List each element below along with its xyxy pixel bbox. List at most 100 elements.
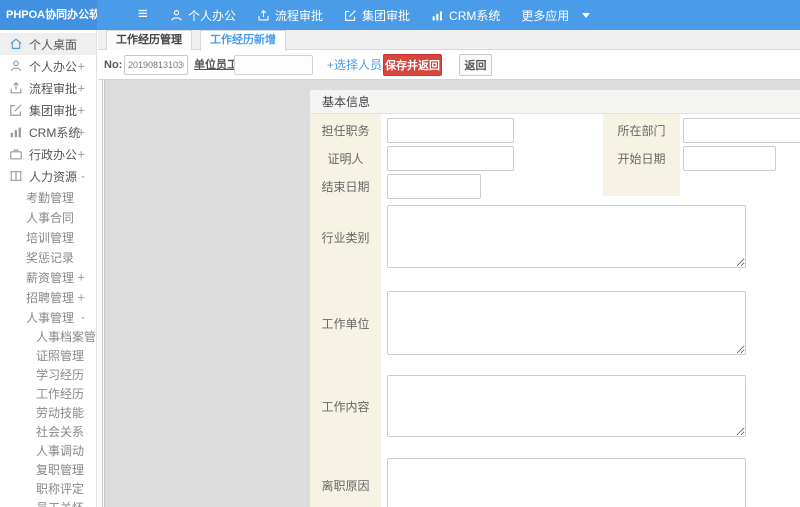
- sidebar-item-personal-desktop[interactable]: 个人桌面: [0, 33, 96, 55]
- sidebar-item-attendance[interactable]: 考勤管理: [0, 187, 96, 207]
- employee-input[interactable]: [234, 55, 313, 75]
- tab-work-history-manage[interactable]: 工作经历管理: [106, 30, 192, 50]
- sidebar-item-salary[interactable]: 薪资管理 +: [0, 267, 96, 287]
- sidebar-item-label: 职称评定: [36, 482, 85, 496]
- nav-label: 流程审批: [275, 8, 324, 23]
- sidebar-item-label: 人事管理: [26, 310, 75, 325]
- sidebar-item-label: 人事合同: [26, 210, 75, 225]
- industry-label: 行业类别: [321, 230, 370, 245]
- section-title: 基本信息: [310, 90, 800, 114]
- leave-reason-textarea[interactable]: [387, 458, 746, 507]
- sidebar-item-label: 人力资源: [29, 169, 78, 184]
- department-input[interactable]: [683, 118, 800, 143]
- sidebar-item-employee-care[interactable]: 员工关怀: [0, 498, 96, 507]
- content-scrollbar[interactable]: [98, 80, 103, 507]
- sidebar-item-labor-skills[interactable]: 劳动技能: [0, 403, 96, 422]
- sidebar-item-workflow-approval[interactable]: 流程审批 +: [0, 77, 96, 99]
- nav-group-approval[interactable]: 集团审批: [344, 7, 410, 24]
- user-icon: [9, 59, 23, 73]
- end-date-input[interactable]: [387, 174, 481, 199]
- no-input[interactable]: [124, 55, 188, 75]
- sidebar-item-crm-system[interactable]: CRM系统 +: [0, 121, 96, 143]
- no-label: No:: [104, 59, 123, 71]
- nav-label: CRM系统: [449, 8, 501, 23]
- main-area: 基本信息 担任职务 所在部门 证明人 开始日期 结束日期 行业类别 工作单位 工…: [98, 80, 800, 507]
- sidebar-item-work-history[interactable]: 工作经历: [0, 384, 96, 403]
- expand-icon[interactable]: +: [77, 59, 85, 74]
- sidebar-item-label: 社会关系: [36, 425, 85, 439]
- sidebar-item-personnel-transfer[interactable]: 人事调动: [0, 441, 96, 460]
- home-icon: [9, 37, 23, 51]
- workflow-icon: [257, 9, 270, 22]
- workflow-icon: [9, 81, 23, 95]
- sidebar-item-certificates[interactable]: 证照管理: [0, 346, 96, 365]
- department-label: 所在部门: [617, 124, 666, 138]
- sidebar-item-recruitment[interactable]: 招聘管理 +: [0, 287, 96, 307]
- sidebar-item-label: CRM系统: [29, 125, 81, 140]
- nav-crm-system[interactable]: CRM系统: [431, 7, 500, 24]
- sidebar-item-label: 劳动技能: [36, 406, 85, 420]
- sidebar-item-training[interactable]: 培训管理: [0, 227, 96, 247]
- nav-more-apps[interactable]: 更多应用: [521, 7, 591, 24]
- sidebar-item-label: 复职管理: [36, 463, 85, 477]
- reference-label: 证明人: [327, 152, 364, 166]
- sidebar-item-personal-office[interactable]: 个人办公 +: [0, 55, 96, 77]
- sidebar-item-study-history[interactable]: 学习经历: [0, 365, 96, 384]
- sidebar-item-rewards[interactable]: 奖惩记录: [0, 247, 96, 267]
- app-logo: PHPOA协同办公软件: [0, 0, 97, 30]
- reference-input[interactable]: [387, 146, 514, 171]
- sidebar-item-label: 证照管理: [36, 349, 85, 363]
- tab-work-history-new[interactable]: 工作经历新增: [200, 30, 286, 51]
- tab-bar: 工作经历管理 工作经历新增: [98, 30, 800, 51]
- sidebar-item-label: 员工关怀: [36, 499, 84, 507]
- sidebar-item-label: 个人桌面: [29, 37, 78, 52]
- nav-workflow-approval[interactable]: 流程审批: [257, 7, 323, 24]
- toolbar: No: 单位员工: +选择人员 保存并返回 返回: [98, 50, 800, 80]
- start-date-label: 开始日期: [617, 152, 666, 166]
- sidebar-item-label: 集团审批: [29, 103, 78, 118]
- job-content-textarea[interactable]: [387, 375, 746, 437]
- end-date-label: 结束日期: [321, 180, 370, 194]
- sidebar-item-personnel-files[interactable]: 人事档案管理: [0, 327, 96, 346]
- leave-reason-label: 离职原因: [321, 479, 370, 493]
- industry-textarea[interactable]: [387, 205, 746, 268]
- chart-icon: [431, 9, 444, 22]
- sidebar-item-label: 人事档案管理: [36, 330, 97, 344]
- sidebar-item-label: 培训管理: [26, 230, 75, 245]
- sidebar-item-human-resources[interactable]: 人力资源 -: [0, 165, 96, 187]
- sidebar-item-personnel[interactable]: 人事管理 -: [0, 307, 96, 327]
- nav-label: 个人办公: [188, 8, 237, 23]
- expand-icon[interactable]: +: [77, 147, 85, 162]
- sidebar: 个人桌面 个人办公 + 流程审批 + 集团审批 + CRM系统 + 行政办公 +: [0, 30, 97, 507]
- sidebar-item-reinstatement[interactable]: 复职管理: [0, 460, 96, 479]
- back-button[interactable]: 返回: [459, 54, 492, 76]
- work-history-form: 基本信息 担任职务 所在部门 证明人 开始日期 结束日期 行业类别 工作单位 工…: [310, 90, 800, 507]
- expand-icon[interactable]: +: [77, 290, 85, 305]
- expand-icon[interactable]: +: [77, 125, 85, 140]
- hamburger-menu-icon[interactable]: ≡: [138, 0, 148, 30]
- sidebar-item-hr-contract[interactable]: 人事合同: [0, 207, 96, 227]
- sidebar-item-group-approval[interactable]: 集团审批 +: [0, 99, 96, 121]
- nav-personal-office[interactable]: 个人办公: [170, 7, 236, 24]
- collapse-icon[interactable]: -: [81, 169, 85, 184]
- caret-down-icon: [582, 12, 591, 18]
- sidebar-item-label: 个人办公: [29, 59, 78, 74]
- sidebar-item-label: 考勤管理: [26, 190, 75, 205]
- position-input[interactable]: [387, 118, 514, 143]
- expand-icon[interactable]: +: [77, 81, 85, 96]
- collapse-icon[interactable]: -: [81, 310, 85, 325]
- sidebar-item-label: 工作经历: [36, 387, 85, 401]
- sidebar-item-admin-office[interactable]: 行政办公 +: [0, 143, 96, 165]
- company-textarea[interactable]: [387, 291, 746, 355]
- sidebar-item-label: 奖惩记录: [26, 250, 75, 265]
- briefcase-icon: [9, 147, 23, 161]
- save-return-button[interactable]: 保存并返回: [383, 54, 442, 76]
- expand-icon[interactable]: +: [77, 270, 85, 285]
- sidebar-item-social-relations[interactable]: 社会关系: [0, 422, 96, 441]
- sidebar-item-label: 薪资管理: [26, 270, 75, 285]
- sidebar-item-title-evaluation[interactable]: 职称评定: [0, 479, 96, 498]
- select-person-link[interactable]: +选择人员: [327, 50, 382, 80]
- expand-icon[interactable]: +: [77, 103, 85, 118]
- start-date-input[interactable]: [683, 146, 776, 171]
- nav-label: 更多应用: [521, 8, 570, 23]
